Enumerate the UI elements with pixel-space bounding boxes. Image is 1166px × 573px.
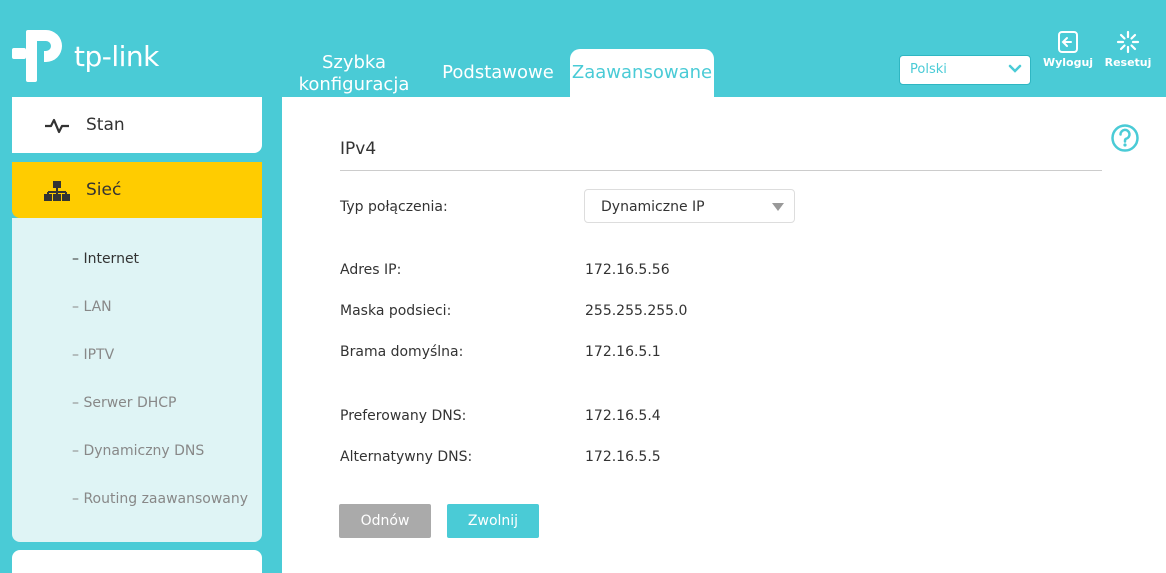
connection-type-label: Typ połączenia: (340, 199, 448, 215)
language-value: Polski (910, 62, 947, 77)
reset-button[interactable]: Resetuj (1100, 30, 1156, 69)
chevron-down-icon (1008, 64, 1022, 73)
reset-icon (1116, 30, 1140, 54)
subnet-mask-value: 255.255.255.0 (585, 303, 688, 319)
sidebar-item-stan[interactable]: Stan (12, 97, 262, 153)
gateway-label: Brama domyślna: (340, 344, 464, 360)
language-select[interactable]: Polski (899, 55, 1031, 85)
tp-link-logo-icon (12, 30, 62, 82)
tp-link-logo: tp-link (12, 26, 172, 84)
submenu-item-dhcp-server[interactable]: – Serwer DHCP (72, 395, 177, 411)
secondary-dns-label: Alternatywny DNS: (340, 449, 473, 465)
submenu-item-ddns[interactable]: – Dynamiczny DNS (72, 443, 204, 459)
primary-dns-value: 172.16.5.4 (585, 408, 661, 424)
release-button[interactable]: Zwolnij (447, 504, 539, 538)
gateway-value: 172.16.5.1 (585, 344, 661, 360)
ip-address-value: 172.16.5.56 (585, 262, 670, 278)
help-icon[interactable] (1110, 123, 1140, 153)
logout-button[interactable]: Wyloguj (1040, 30, 1096, 69)
tab-quick-setup[interactable]: Szybka konfiguracja (290, 52, 418, 96)
connection-type-select[interactable]: Dynamiczne IP (584, 189, 795, 223)
ip-address-label: Adres IP: (340, 262, 402, 278)
sidebar-item-stan-label: Stan (86, 115, 125, 135)
caret-down-icon (772, 203, 784, 211)
tab-basic[interactable]: Podstawowe (434, 62, 562, 84)
submenu-item-lan[interactable]: – LAN (72, 299, 112, 315)
submenu-item-advanced-routing[interactable]: – Routing zaawansowany (72, 491, 248, 507)
sidebar-item-siec[interactable]: Sieć (12, 162, 262, 218)
secondary-dns-value: 172.16.5.5 (585, 449, 661, 465)
section-divider (340, 170, 1102, 171)
primary-dns-label: Preferowany DNS: (340, 408, 467, 424)
subnet-mask-label: Maska podsieci: (340, 303, 452, 319)
sidebar-item-next[interactable] (12, 550, 262, 573)
tab-advanced[interactable]: Zaawansowane (570, 49, 714, 97)
wireless-icon (44, 568, 70, 573)
sidebar-submenu: – Internet – LAN – IPTV – Serwer DHCP – … (12, 218, 262, 542)
pulse-icon (45, 118, 69, 134)
renew-button[interactable]: Odnów (339, 504, 431, 538)
submenu-item-internet[interactable]: – Internet (72, 251, 139, 267)
logo-text: tp-link (74, 40, 159, 73)
logout-label: Wyloguj (1042, 56, 1094, 69)
sidebar-item-siec-label: Sieć (86, 180, 122, 200)
submenu-item-iptv[interactable]: – IPTV (72, 347, 114, 363)
network-icon (44, 181, 70, 201)
logout-icon (1058, 31, 1078, 53)
main-panel: IPv4 Typ połączenia: Dynamiczne IP Adres… (282, 97, 1166, 573)
connection-type-value: Dynamiczne IP (601, 199, 705, 215)
section-title: IPv4 (340, 139, 377, 159)
reset-label: Resetuj (1104, 56, 1152, 69)
